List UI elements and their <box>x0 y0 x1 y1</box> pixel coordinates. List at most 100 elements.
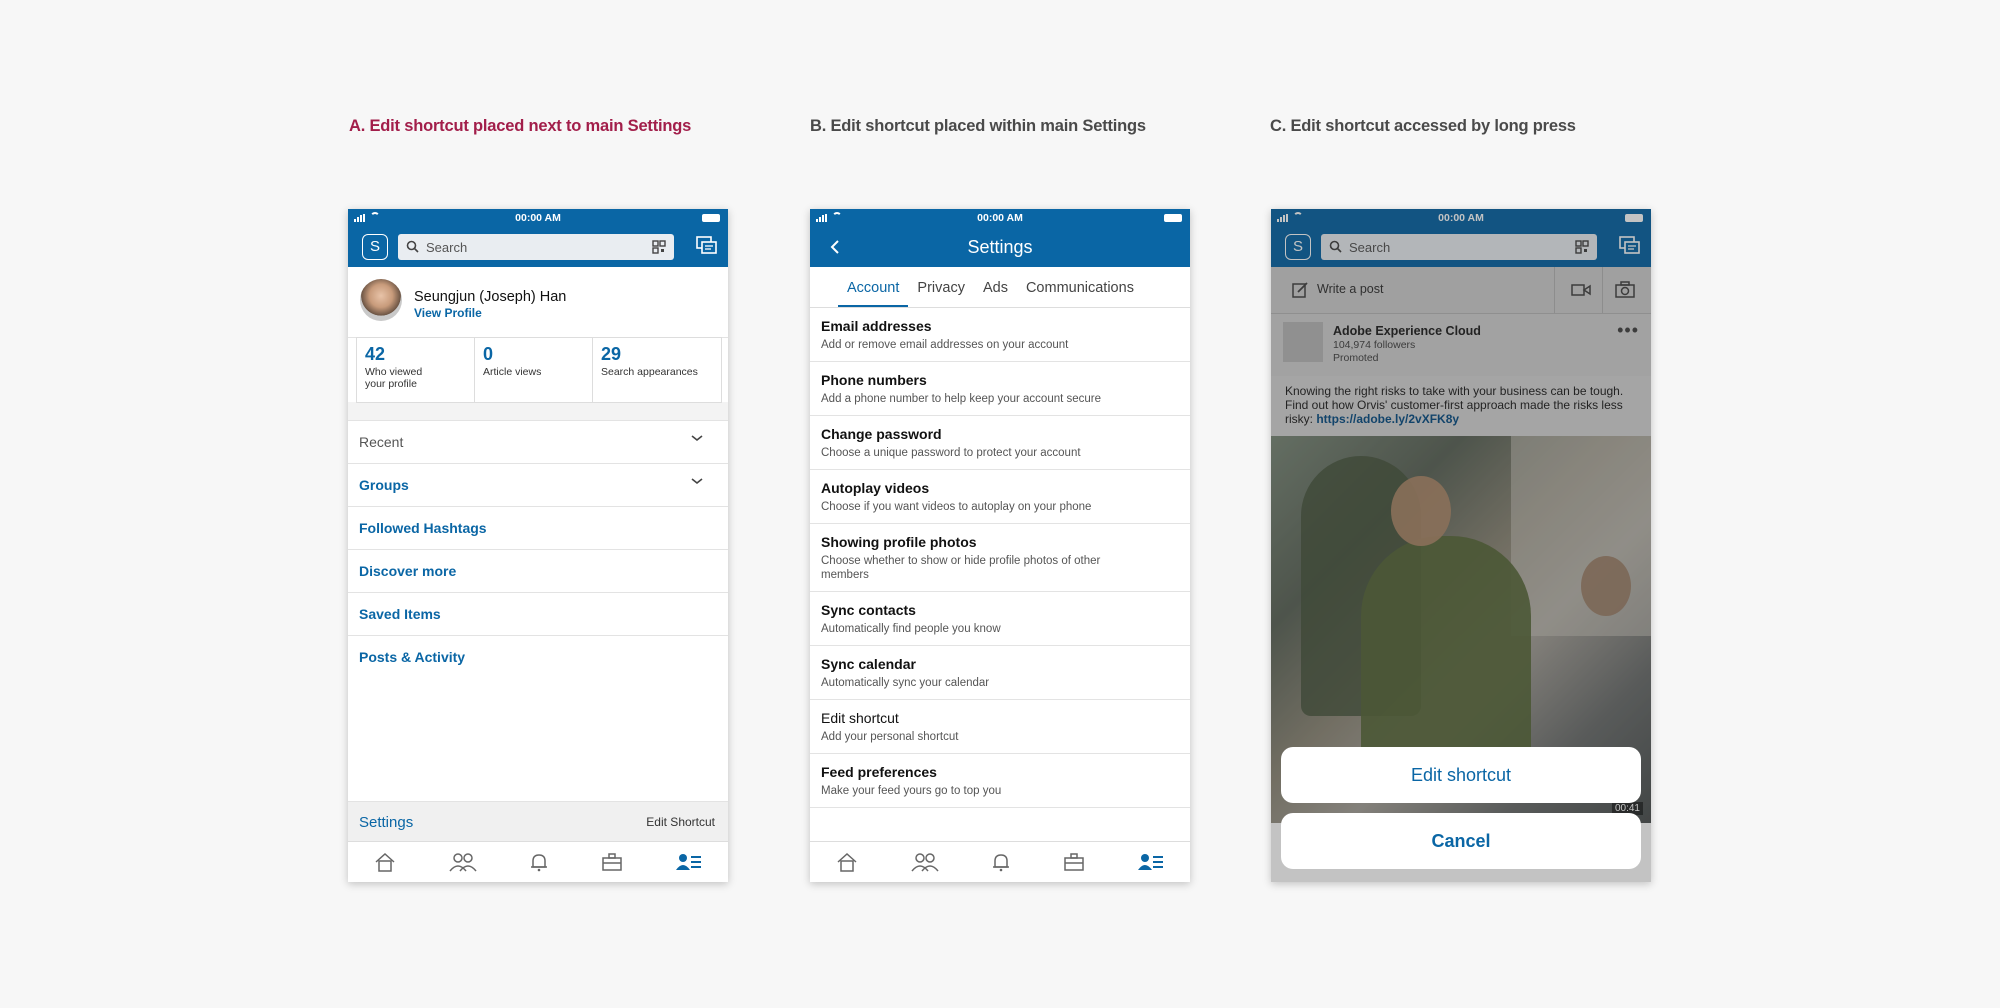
status-time: 00:00 AM <box>515 212 561 224</box>
settings-item-desc: Add or remove email addresses on your ac… <box>821 339 1069 351</box>
jobs-icon[interactable] <box>1063 852 1085 872</box>
messaging-icon[interactable] <box>696 236 718 256</box>
chevron-down-icon <box>691 435 703 442</box>
settings-item-desc: Choose whether to show or hide profile p… <box>821 555 1101 581</box>
settings-item-phone[interactable]: Phone numbers Add a phone number to help … <box>810 362 1190 416</box>
settings-item-title: Change password <box>821 426 942 442</box>
profile-button[interactable]: S <box>362 234 388 260</box>
signal-icon <box>354 214 365 222</box>
stat-number: 29 <box>601 344 622 364</box>
menu-item-label: Recent <box>359 434 404 450</box>
me-icon[interactable] <box>1137 852 1164 872</box>
settings-item-desc: Automatically sync your calendar <box>821 677 990 689</box>
wifi-icon <box>832 212 842 222</box>
my-network-icon[interactable] <box>910 852 939 872</box>
search-placeholder: Search <box>426 240 468 255</box>
stat-label: Article views <box>483 366 542 378</box>
qr-code-icon[interactable] <box>652 240 666 254</box>
menu-item-saved-items[interactable]: Saved Items <box>348 593 728 636</box>
menu-item-followed-hashtags[interactable]: Followed Hashtags <box>348 507 728 550</box>
settings-header: Settings <box>810 227 1190 267</box>
settings-item-sync-contacts[interactable]: Sync contacts Automatically find people y… <box>810 592 1190 646</box>
avatar[interactable] <box>360 279 402 321</box>
tab-ads[interactable]: Ads <box>974 280 1017 307</box>
settings-item-title: Sync contacts <box>821 602 916 618</box>
tab-account[interactable]: Account <box>838 280 909 307</box>
settings-item-title: Edit shortcut <box>821 710 899 726</box>
bottom-tab-bar <box>348 841 728 882</box>
menu-item-label: Followed Hashtags <box>359 520 487 536</box>
caption-c: C. Edit shortcut accessed by long press <box>1270 117 1576 135</box>
menu-item-label: Posts & Activity <box>359 649 466 665</box>
battery-icon <box>1164 214 1182 222</box>
settings-item-sync-calendar[interactable]: Sync calendar Automatically sync your cal… <box>810 646 1190 700</box>
settings-item-feed-preferences[interactable]: Feed preferences Make your feed yours go … <box>810 754 1190 808</box>
settings-item-edit-shortcut[interactable]: Edit shortcut Add your personal shortcut <box>810 700 1190 754</box>
settings-item-title: Feed preferences <box>821 764 937 780</box>
profile-stats: 42 Who viewed your profile 0 Article vie… <box>356 337 722 403</box>
settings-item-desc: Choose a unique password to protect your… <box>821 447 1081 459</box>
settings-item-title: Email addresses <box>821 318 932 334</box>
battery-icon <box>702 214 720 222</box>
settings-item-profile-photos[interactable]: Showing profile photos Choose whether to … <box>810 524 1190 592</box>
home-icon[interactable] <box>836 852 858 872</box>
stat-label: Search appearances <box>601 366 698 378</box>
menu-item-posts-activity[interactable]: Posts & Activity <box>348 636 728 678</box>
settings-item-autoplay[interactable]: Autoplay videos Choose if you want videos… <box>810 470 1190 524</box>
phone-c: 00:00 AM S Search Write a post Adobe Exp… <box>1271 209 1651 882</box>
notifications-icon[interactable] <box>991 852 1011 872</box>
stat-number: 42 <box>365 344 386 364</box>
phone-a: 00:00 AM S Search Seungjun (Joseph) Han … <box>348 209 728 882</box>
section-divider <box>348 402 728 421</box>
bottom-tab-bar <box>810 841 1190 882</box>
back-arrow-icon[interactable] <box>830 239 840 255</box>
settings-item-title: Sync calendar <box>821 656 916 672</box>
home-icon[interactable] <box>374 852 396 872</box>
search-input[interactable]: Search <box>398 234 674 260</box>
menu-item-label: Groups <box>359 477 409 493</box>
menu-item-recent[interactable]: Recent <box>348 421 728 464</box>
stat-article-views[interactable]: 0 Article views <box>475 338 593 402</box>
cancel-button[interactable]: Cancel <box>1281 813 1641 869</box>
caption-a: A. Edit shortcut placed next to main Set… <box>349 117 692 135</box>
my-network-icon[interactable] <box>448 852 477 872</box>
me-icon[interactable] <box>675 852 702 872</box>
signal-icon <box>816 214 827 222</box>
wifi-icon <box>370 212 380 222</box>
settings-item-desc: Choose if you want videos to autoplay on… <box>821 501 1092 513</box>
edit-shortcut-link[interactable]: Edit Shortcut <box>646 815 715 829</box>
profile-card: Seungjun (Joseph) Han View Profile 42 Wh… <box>348 267 728 403</box>
settings-item-desc: Make your feed yours go to top you <box>821 785 1002 797</box>
settings-tabs: Account Privacy Ads Communications <box>810 267 1190 308</box>
jobs-icon[interactable] <box>601 852 623 872</box>
settings-item-desc: Add a phone number to help keep your acc… <box>821 393 1102 405</box>
menu-item-label: Saved Items <box>359 606 441 622</box>
stat-who-viewed[interactable]: 42 Who viewed your profile <box>357 338 475 402</box>
status-bar: 00:00 AM <box>810 209 1190 227</box>
stat-number: 0 <box>483 344 494 364</box>
tab-privacy[interactable]: Privacy <box>908 280 974 307</box>
menu-item-groups[interactable]: Groups <box>348 464 728 507</box>
edit-shortcut-button[interactable]: Edit shortcut <box>1281 747 1641 803</box>
stat-label: Who viewed your profile <box>365 366 423 390</box>
settings-item-title: Autoplay videos <box>821 480 930 496</box>
status-bar: 00:00 AM <box>348 209 728 227</box>
notifications-icon[interactable] <box>529 852 549 872</box>
settings-item-email[interactable]: Email addresses Add or remove email addre… <box>810 308 1190 362</box>
menu-item-label: Discover more <box>359 563 457 579</box>
stat-search-appearances[interactable]: 29 Search appearances <box>593 338 721 402</box>
settings-link[interactable]: Settings <box>359 814 413 831</box>
settings-item-desc: Automatically find people you know <box>821 623 1001 635</box>
settings-item-title: Phone numbers <box>821 372 927 388</box>
profile-name: Seungjun (Joseph) Han <box>414 289 567 305</box>
tab-communications[interactable]: Communications <box>1017 280 1143 307</box>
search-icon <box>406 240 419 253</box>
settings-item-title: Showing profile photos <box>821 534 977 550</box>
settings-item-desc: Add your personal shortcut <box>821 731 959 743</box>
settings-item-password[interactable]: Change password Choose a unique password … <box>810 416 1190 470</box>
caption-b: B. Edit shortcut placed within main Sett… <box>810 117 1146 135</box>
page-title: Settings <box>967 237 1033 257</box>
view-profile-link[interactable]: View Profile <box>414 306 482 320</box>
phone-b: 00:00 AM Settings Account Privacy Ads Co… <box>810 209 1190 882</box>
menu-item-discover-more[interactable]: Discover more <box>348 550 728 593</box>
